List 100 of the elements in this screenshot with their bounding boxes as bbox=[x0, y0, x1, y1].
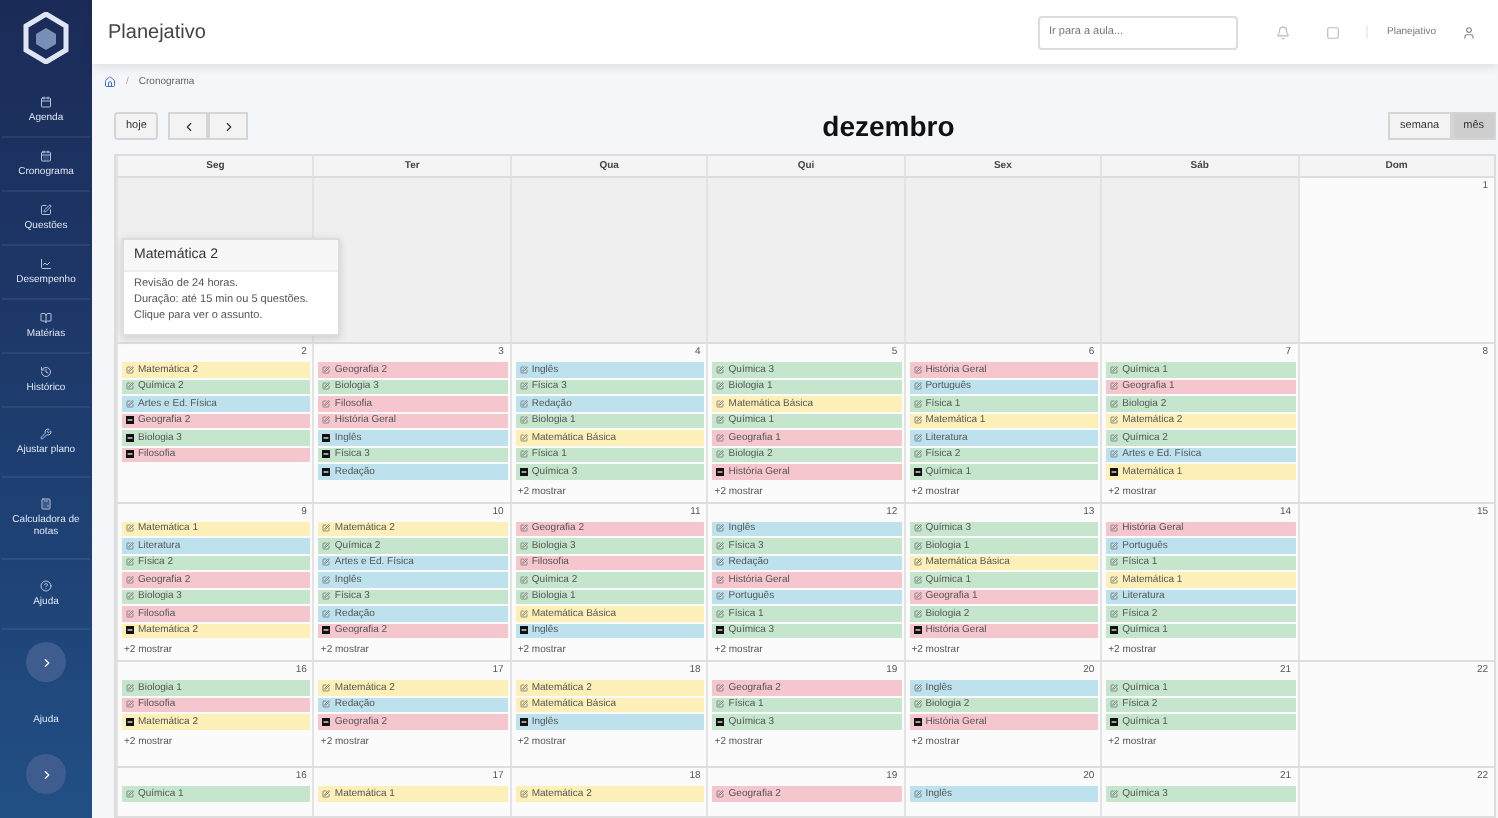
square-icon[interactable] bbox=[1325, 25, 1340, 39]
edit-icon bbox=[519, 416, 528, 425]
edit-icon bbox=[126, 592, 134, 601]
edit-icon bbox=[716, 541, 725, 550]
edit-icon bbox=[716, 416, 725, 425]
edit-icon bbox=[519, 524, 528, 533]
minus-square-icon bbox=[322, 450, 331, 459]
edit-icon bbox=[913, 789, 922, 798]
edit-icon bbox=[1110, 541, 1119, 550]
edit-icon bbox=[126, 609, 134, 618]
minus-square-icon bbox=[322, 433, 331, 442]
bell-icon[interactable] bbox=[1275, 25, 1290, 39]
chevron-right-icon bbox=[39, 655, 53, 669]
edit-icon bbox=[1110, 365, 1119, 374]
edit-icon bbox=[716, 382, 725, 391]
minus-square-icon bbox=[913, 626, 922, 635]
edit-icon bbox=[1110, 683, 1119, 692]
chevron-right-icon bbox=[39, 767, 53, 781]
edit-icon bbox=[716, 609, 725, 618]
expand-button[interactable] bbox=[26, 754, 66, 794]
minus-square-icon bbox=[126, 626, 134, 635]
minus-square-icon bbox=[519, 467, 528, 476]
edit-icon bbox=[40, 204, 52, 216]
edit-icon bbox=[126, 399, 134, 408]
edit-icon bbox=[126, 683, 134, 692]
edit-icon bbox=[126, 575, 134, 584]
edit-icon bbox=[913, 365, 922, 374]
minus-square-icon bbox=[716, 467, 725, 476]
wrench-icon bbox=[40, 428, 52, 440]
edit-icon bbox=[519, 558, 528, 567]
minus-square-icon bbox=[716, 717, 725, 726]
month-title: dezembro bbox=[822, 110, 955, 142]
user-icon[interactable] bbox=[1462, 25, 1476, 39]
history-icon bbox=[40, 366, 52, 378]
hexagon-logo-icon bbox=[22, 12, 70, 64]
edit-icon bbox=[716, 558, 725, 567]
edit-icon bbox=[913, 700, 922, 709]
edit-icon bbox=[913, 558, 922, 567]
edit-icon bbox=[913, 524, 922, 533]
edit-icon bbox=[913, 450, 922, 459]
edit-icon bbox=[519, 382, 528, 391]
edit-icon bbox=[716, 365, 725, 374]
edit-icon bbox=[322, 683, 331, 692]
edit-icon bbox=[519, 609, 528, 618]
edit-icon bbox=[716, 789, 725, 798]
previous-button[interactable] bbox=[168, 112, 209, 140]
edit-icon bbox=[716, 575, 725, 584]
edit-icon bbox=[126, 382, 134, 391]
edit-icon bbox=[322, 399, 331, 408]
edit-icon bbox=[519, 399, 528, 408]
edit-icon bbox=[519, 683, 528, 692]
edit-icon bbox=[1110, 558, 1119, 567]
help-icon bbox=[40, 580, 52, 592]
edit-icon bbox=[1110, 399, 1119, 408]
edit-icon bbox=[126, 365, 134, 374]
edit-icon bbox=[519, 575, 528, 584]
edit-icon bbox=[322, 365, 331, 374]
expand-button[interactable] bbox=[26, 642, 66, 682]
book-icon bbox=[40, 312, 52, 324]
edit-icon bbox=[913, 609, 922, 618]
chevron-right-icon bbox=[221, 119, 236, 133]
edit-icon bbox=[716, 450, 725, 459]
edit-icon bbox=[322, 524, 331, 533]
edit-icon bbox=[519, 450, 528, 459]
edit-icon bbox=[1110, 382, 1119, 391]
edit-icon bbox=[1110, 592, 1119, 601]
minus-square-icon bbox=[716, 626, 725, 635]
edit-icon bbox=[716, 399, 725, 408]
edit-icon bbox=[126, 700, 134, 709]
edit-icon bbox=[126, 558, 134, 567]
home-icon[interactable] bbox=[104, 76, 116, 88]
edit-icon bbox=[913, 399, 922, 408]
calendar-icon bbox=[40, 150, 52, 162]
edit-icon bbox=[716, 700, 725, 709]
minus-square-icon bbox=[913, 467, 922, 476]
line-chart-icon bbox=[40, 258, 52, 270]
edit-icon bbox=[519, 700, 528, 709]
edit-icon bbox=[519, 365, 528, 374]
edit-icon bbox=[1110, 524, 1119, 533]
minus-square-icon bbox=[126, 450, 134, 459]
edit-icon bbox=[322, 592, 331, 601]
edit-icon bbox=[322, 789, 331, 798]
edit-icon bbox=[322, 575, 331, 584]
edit-icon bbox=[1110, 789, 1119, 798]
edit-icon bbox=[1110, 609, 1119, 618]
edit-icon bbox=[519, 789, 528, 798]
calculator-icon bbox=[40, 498, 52, 510]
edit-icon bbox=[519, 541, 528, 550]
edit-icon bbox=[1110, 450, 1119, 459]
edit-icon bbox=[716, 524, 725, 533]
next-button[interactable] bbox=[208, 112, 249, 140]
minus-square-icon bbox=[519, 626, 528, 635]
app-title: Planejativo bbox=[108, 21, 208, 43]
edit-icon bbox=[1110, 575, 1119, 584]
edit-icon bbox=[716, 433, 725, 442]
minus-square-icon bbox=[1110, 626, 1119, 635]
minus-square-icon bbox=[322, 717, 331, 726]
edit-icon bbox=[322, 700, 331, 709]
edit-icon bbox=[322, 558, 331, 567]
edit-icon bbox=[126, 541, 134, 550]
